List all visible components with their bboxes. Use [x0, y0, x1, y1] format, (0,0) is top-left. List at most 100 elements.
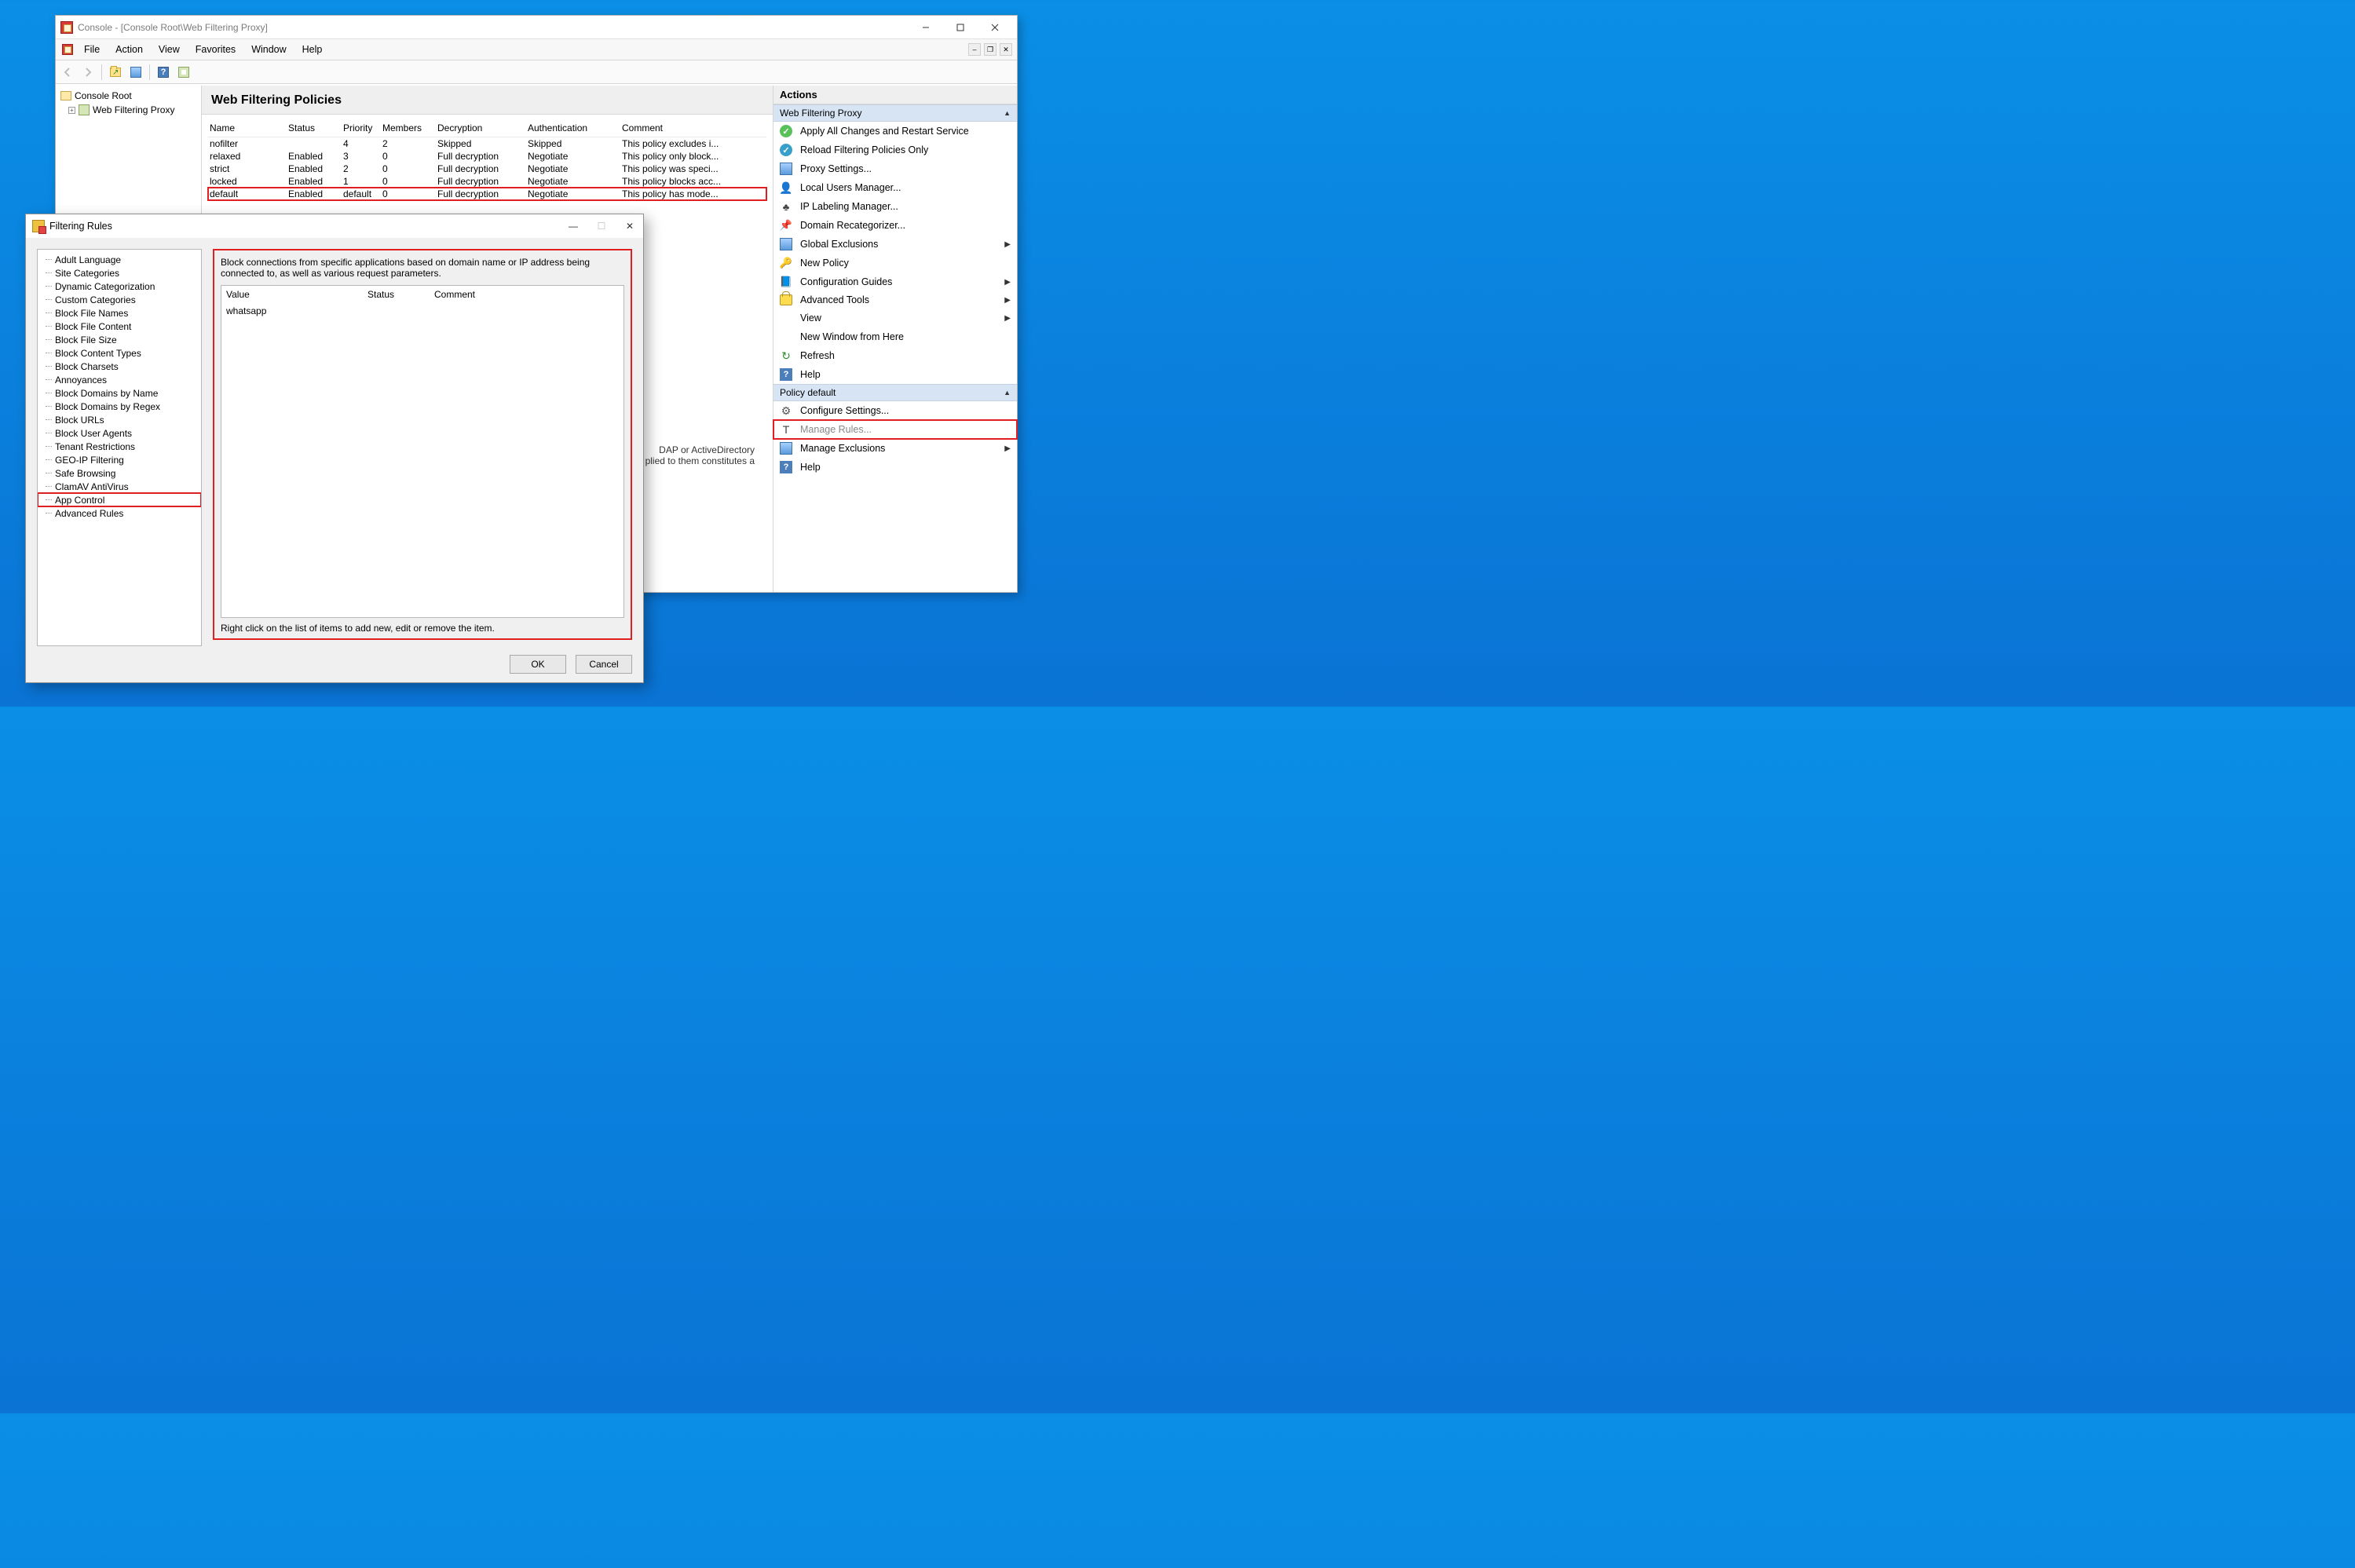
policy-cell-members: 0: [382, 188, 437, 199]
rules-list-row[interactable]: whatsapp: [221, 303, 623, 319]
menu-favorites[interactable]: Favorites: [188, 39, 243, 60]
mdi-restore-button[interactable]: ❐: [984, 43, 996, 56]
tree-icon: ♣: [780, 200, 792, 213]
action-apply-all-changes-and-restart-service[interactable]: ✓Apply All Changes and Restart Service: [773, 122, 1017, 141]
rules-tree-advanced-rules[interactable]: Advanced Rules: [38, 506, 201, 520]
tree-child[interactable]: + Web Filtering Proxy: [59, 103, 201, 117]
action-ip-labeling-manager[interactable]: ♣IP Labeling Manager...: [773, 197, 1017, 216]
dialog-close-button[interactable]: ✕: [623, 221, 637, 232]
folder-icon: [60, 91, 71, 101]
rules-right: Block connections from specific applicat…: [213, 249, 632, 646]
policy-row[interactable]: lockedEnabled10Full decryptionNegotiateT…: [208, 175, 766, 188]
action-reload-filtering-policies-only[interactable]: ✓Reload Filtering Policies Only: [773, 141, 1017, 159]
rules-tree-block-file-names[interactable]: Block File Names: [38, 306, 201, 320]
ok-button[interactable]: OK: [510, 655, 566, 674]
show-hide-tree-button[interactable]: [127, 64, 144, 81]
up-folder-button[interactable]: ↗: [107, 64, 124, 81]
action-label: Manage Exclusions: [800, 443, 885, 454]
policy-cell-priority: 3: [343, 151, 382, 162]
rules-tree-block-urls[interactable]: Block URLs: [38, 413, 201, 426]
close-button[interactable]: [978, 16, 1012, 38]
rules-tree-app-control[interactable]: App Control: [38, 493, 201, 506]
lock-icon: [780, 294, 792, 305]
actions-section-policy[interactable]: Policy default ▲: [773, 384, 1017, 401]
rules-tree-adult-language[interactable]: Adult Language: [38, 253, 201, 266]
pin-icon: 📌: [780, 219, 792, 232]
rules-tree[interactable]: Adult LanguageSite CategoriesDynamic Cat…: [37, 249, 202, 646]
app-icon: [60, 21, 73, 34]
policy-cell-status: Enabled: [288, 188, 343, 199]
action-configuration-guides[interactable]: 📘Configuration Guides▶: [773, 272, 1017, 291]
rules-tree-dynamic-categorization[interactable]: Dynamic Categorization: [38, 280, 201, 293]
collapse-icon[interactable]: ▲: [1004, 109, 1011, 117]
rules-tree-site-categories[interactable]: Site Categories: [38, 266, 201, 280]
cancel-button[interactable]: Cancel: [576, 655, 632, 674]
collapse-icon[interactable]: ▲: [1004, 389, 1011, 397]
dialog-maximize-button[interactable]: ☐: [594, 221, 609, 232]
policy-cell-auth: Negotiate: [528, 163, 622, 174]
action-label: Advanced Tools: [800, 294, 869, 305]
menu-action[interactable]: Action: [108, 39, 151, 60]
action-configure-settings[interactable]: ⚙Configure Settings...: [773, 401, 1017, 420]
action-label: View: [800, 313, 821, 323]
nav-forward-button[interactable]: [79, 64, 97, 81]
action-local-users-manager[interactable]: 👤Local Users Manager...: [773, 178, 1017, 197]
policy-row[interactable]: strictEnabled20Full decryptionNegotiateT…: [208, 163, 766, 175]
nav-back-button[interactable]: [59, 64, 76, 81]
action-new-window-from-here[interactable]: New Window from Here: [773, 327, 1017, 346]
dialog-titlebar: Filtering Rules — ☐ ✕: [26, 214, 643, 238]
rules-hint: Right click on the list of items to add …: [221, 618, 624, 634]
rules-tree-block-charsets[interactable]: Block Charsets: [38, 360, 201, 373]
chevron-right-icon: ▶: [1004, 314, 1011, 323]
action-label: Domain Recategorizer...: [800, 220, 905, 231]
toolbar-extra-button[interactable]: [175, 64, 192, 81]
dialog-body: Adult LanguageSite CategoriesDynamic Cat…: [26, 238, 643, 646]
policy-row[interactable]: nofilter42SkippedSkippedThis policy excl…: [208, 137, 766, 150]
mdi-minimize-button[interactable]: –: [968, 43, 981, 56]
actions-section-proxy[interactable]: Web Filtering Proxy ▲: [773, 104, 1017, 122]
col-name: Name: [210, 122, 288, 133]
rules-tree-block-file-size[interactable]: Block File Size: [38, 333, 201, 346]
action-manage-rules[interactable]: TManage Rules...: [773, 420, 1017, 439]
policy-row[interactable]: defaultEnableddefault0Full decryptionNeg…: [208, 188, 766, 200]
menu-view[interactable]: View: [151, 39, 188, 60]
policy-cell-status: Enabled: [288, 163, 343, 174]
rules-tree-block-user-agents[interactable]: Block User Agents: [38, 426, 201, 440]
action-global-exclusions[interactable]: Global Exclusions▶: [773, 235, 1017, 254]
rules-tree-block-domains-by-name[interactable]: Block Domains by Name: [38, 386, 201, 400]
rules-tree-block-file-content[interactable]: Block File Content: [38, 320, 201, 333]
rules-tree-block-content-types[interactable]: Block Content Types: [38, 346, 201, 360]
action-manage-exclusions[interactable]: Manage Exclusions ▶: [773, 439, 1017, 458]
col-members: Members: [382, 122, 437, 133]
dialog-minimize-button[interactable]: —: [566, 221, 580, 232]
action-proxy-settings[interactable]: Proxy Settings...: [773, 159, 1017, 178]
action-domain-recategorizer[interactable]: 📌 Domain Recategorizer...: [773, 216, 1017, 235]
menu-help[interactable]: Help: [294, 39, 331, 60]
chevron-right-icon: ▶: [1004, 444, 1011, 453]
tree-root[interactable]: Console Root: [59, 89, 201, 103]
menu-file[interactable]: File: [76, 39, 108, 60]
action-view[interactable]: View ▶: [773, 309, 1017, 327]
policies-table[interactable]: Name Status Priority Members Decryption …: [202, 115, 773, 200]
rules-tree-tenant-restrictions[interactable]: Tenant Restrictions: [38, 440, 201, 453]
action-new-policy[interactable]: 🔑New Policy: [773, 254, 1017, 272]
minimize-button[interactable]: [909, 16, 943, 38]
maximize-button[interactable]: [943, 16, 978, 38]
tree-expand-icon[interactable]: +: [68, 107, 75, 114]
rules-tree-safe-browsing[interactable]: Safe Browsing: [38, 466, 201, 480]
rules-tree-geo-ip-filtering[interactable]: GEO-IP Filtering: [38, 453, 201, 466]
mdi-close-button[interactable]: ✕: [1000, 43, 1012, 56]
toolbar-help-button[interactable]: ?: [155, 64, 172, 81]
action-refresh[interactable]: ↻Refresh: [773, 346, 1017, 365]
menubar-app-icon[interactable]: [59, 39, 76, 60]
rules-list[interactable]: Value Status Comment whatsapp: [221, 285, 624, 618]
rules-tree-clamav-antivirus[interactable]: ClamAV AntiVirus: [38, 480, 201, 493]
action-help[interactable]: ?Help: [773, 458, 1017, 477]
rules-tree-custom-categories[interactable]: Custom Categories: [38, 293, 201, 306]
menu-window[interactable]: Window: [243, 39, 294, 60]
rules-tree-block-domains-by-regex[interactable]: Block Domains by Regex: [38, 400, 201, 413]
rules-tree-annoyances[interactable]: Annoyances: [38, 373, 201, 386]
policy-row[interactable]: relaxedEnabled30Full decryptionNegotiate…: [208, 150, 766, 163]
action-help[interactable]: ?Help: [773, 365, 1017, 384]
action-advanced-tools[interactable]: Advanced Tools▶: [773, 291, 1017, 309]
